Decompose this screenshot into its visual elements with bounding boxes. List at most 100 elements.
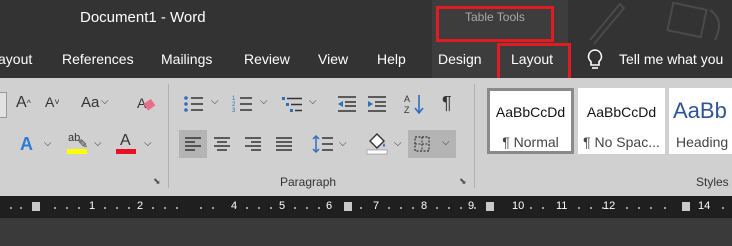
chevron-down-icon[interactable]: ⌵ — [339, 138, 347, 149]
align-center-icon[interactable] — [214, 137, 230, 151]
chevron-down-icon[interactable]: ⌵ — [211, 96, 219, 107]
style-no-spacing[interactable]: AaBbCcDd ¶ No Spac... — [578, 88, 665, 154]
ruler-tick — [152, 207, 154, 209]
svg-text:A: A — [404, 94, 410, 104]
ruler-tick — [474, 207, 476, 209]
align-right-icon[interactable] — [245, 137, 261, 151]
ruler-tick — [412, 207, 414, 209]
ruler-tick — [650, 207, 652, 209]
chevron-down-icon[interactable]: ⌵ — [394, 138, 402, 149]
tab-help[interactable]: Help — [377, 51, 406, 67]
ruler-number: 4 — [231, 200, 238, 212]
ruler-tick — [78, 207, 80, 209]
ruler-tick — [176, 207, 178, 209]
ruler-tick — [20, 207, 22, 209]
ruler-tick — [664, 207, 666, 209]
ruler-tick — [294, 207, 296, 209]
ruler-tick — [436, 207, 438, 209]
style-normal[interactable]: AaBbCcDd ¶ Normal — [487, 88, 574, 154]
ruler-tick — [590, 207, 592, 209]
ruler-tick — [388, 207, 390, 209]
style-name: Heading — [676, 134, 729, 150]
chevron-down-icon[interactable]: ⌵ — [309, 96, 317, 107]
chevron-down-icon[interactable]: ⌵ — [94, 138, 102, 149]
numbering-icon[interactable]: 123 — [232, 94, 256, 114]
grow-font-icon[interactable]: A ^ — [16, 94, 31, 112]
increase-indent-icon[interactable] — [366, 94, 388, 114]
font-dialog-launcher-icon[interactable]: ⬊ — [153, 176, 163, 186]
paragraph-group-label: Paragraph — [280, 175, 337, 189]
borders-button[interactable]: ⌵ — [408, 130, 456, 158]
show-hide-marks-icon[interactable]: ¶ — [442, 93, 452, 114]
style-sample: AaBbCcDd — [495, 104, 566, 120]
background-doodle — [589, 1, 720, 44]
multilevel-list-icon[interactable] — [281, 94, 305, 114]
tab-references[interactable]: References — [62, 51, 134, 67]
chevron-down-icon[interactable]: ⌵ — [44, 138, 52, 149]
font-size-box[interactable] — [0, 92, 7, 118]
ruler-column-marker[interactable] — [32, 202, 40, 211]
bullets-icon[interactable] — [183, 94, 207, 114]
highlight-color-icon[interactable]: ab ✎ — [67, 132, 89, 156]
sort-icon[interactable]: A Z — [403, 93, 425, 115]
ruler-tick — [200, 207, 202, 209]
ruler-tick — [638, 207, 640, 209]
styles-group-label: Styles — [696, 175, 729, 189]
ruler-tick — [400, 207, 402, 209]
ruler-tick — [318, 207, 320, 209]
tab-mailings[interactable]: Mailings — [161, 51, 212, 67]
align-left-button[interactable] — [179, 130, 207, 158]
ruler-tick — [104, 207, 106, 209]
ruler-column-marker[interactable] — [486, 202, 494, 211]
font-color-icon[interactable]: A — [116, 132, 138, 156]
ruler-column-marker[interactable] — [682, 202, 690, 211]
ruler-tick — [530, 207, 532, 209]
tab-view[interactable]: View — [318, 51, 348, 67]
chevron-down-icon[interactable]: ⌵ — [260, 96, 268, 107]
text-effects-icon[interactable]: A — [20, 134, 33, 155]
tab-review[interactable]: Review — [244, 51, 290, 67]
ruler-tick — [542, 207, 544, 209]
style-heading[interactable]: AaBb Heading — [669, 88, 732, 154]
style-sample: AaBbCcDd — [586, 104, 657, 120]
paragraph-dialog-launcher-icon[interactable]: ⬊ — [459, 176, 469, 186]
chevron-down-icon[interactable]: ⌵ — [101, 96, 109, 107]
document-area — [0, 218, 732, 246]
group-divider — [168, 84, 169, 188]
tell-me-search[interactable]: Tell me what you — [619, 51, 723, 67]
tab-layout-page[interactable]: ayout — [0, 51, 32, 67]
lightbulb-icon[interactable] — [586, 48, 604, 72]
line-spacing-icon[interactable] — [312, 134, 334, 154]
ruler-tick — [212, 207, 214, 209]
ruler-number: 2 — [137, 200, 144, 212]
chevron-down-icon[interactable]: ⌵ — [442, 137, 450, 148]
ruler-number: 10 — [512, 200, 525, 212]
layout-tab-callout — [497, 43, 571, 81]
ruler-number: 7 — [373, 200, 380, 212]
shrink-font-icon[interactable]: A ˅ — [45, 94, 60, 110]
ruler-number: 5 — [279, 200, 286, 212]
ruler-tick — [54, 207, 56, 209]
ruler-tick — [10, 207, 12, 209]
clear-formatting-icon[interactable]: A — [135, 94, 157, 114]
ruler-number: 8 — [421, 200, 428, 212]
align-left-icon — [185, 137, 201, 151]
style-name: ¶ No Spac... — [583, 134, 660, 150]
shading-icon[interactable] — [366, 132, 388, 156]
tab-design[interactable]: Design — [438, 51, 482, 67]
chevron-down-icon[interactable]: ⌵ — [144, 138, 152, 149]
style-sample: AaBb — [673, 98, 727, 123]
ruler-number: 9 — [468, 200, 475, 212]
ruler-number: 6 — [326, 200, 333, 212]
ruler-column-marker[interactable] — [344, 202, 352, 211]
svg-text:Z: Z — [404, 105, 410, 115]
borders-icon — [414, 136, 430, 152]
decrease-indent-icon[interactable] — [336, 94, 358, 114]
change-case-icon[interactable]: Aa — [81, 94, 99, 111]
ruler-number: 12 — [603, 200, 616, 212]
ruler-number: 1 — [89, 200, 96, 212]
style-name: ¶ Normal — [502, 134, 559, 150]
justify-icon[interactable] — [276, 137, 292, 151]
ruler-tick — [246, 207, 248, 209]
horizontal-ruler[interactable] — [0, 196, 732, 218]
